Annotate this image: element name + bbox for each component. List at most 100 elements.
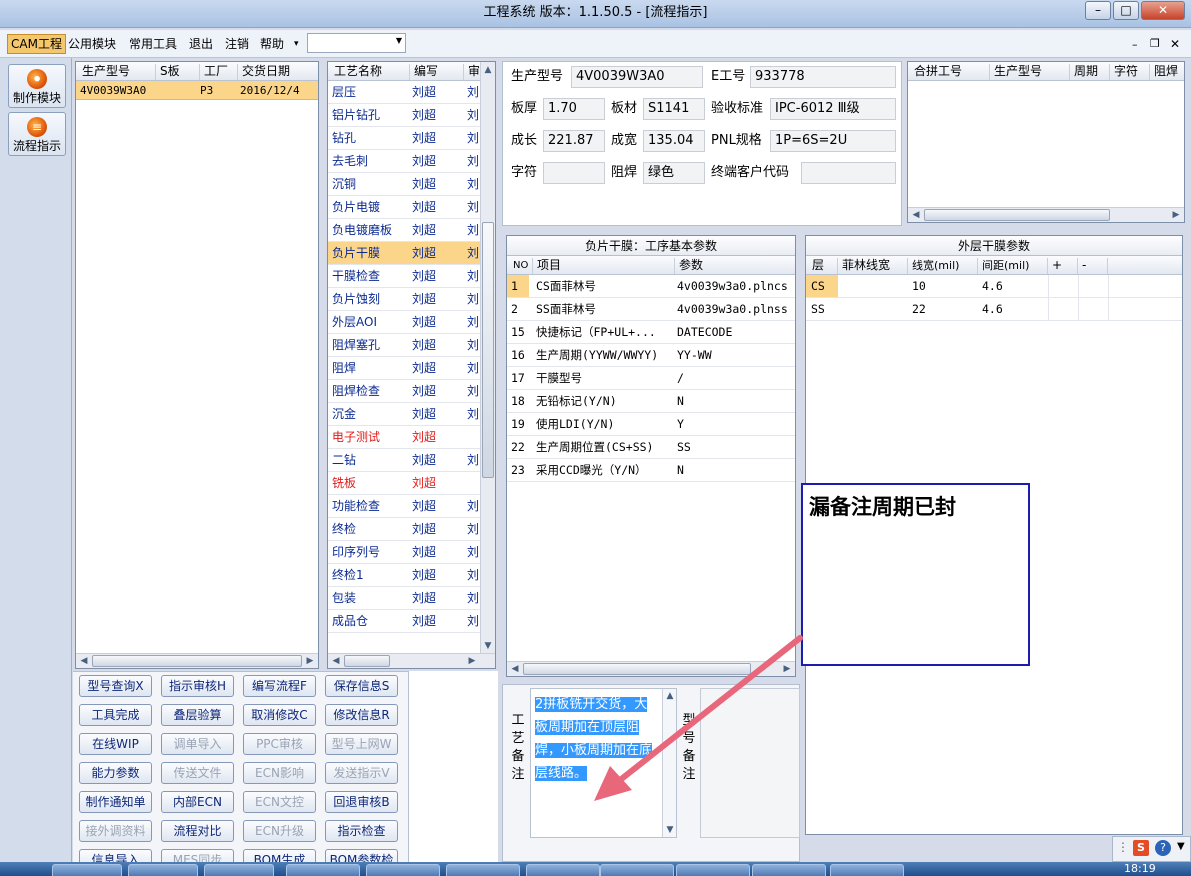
param-row[interactable]: 16 生产周期(YYWW/WWYY) YY-WW xyxy=(507,344,795,367)
process-row[interactable]: 外层AOI 刘超 刘 xyxy=(328,311,480,334)
taskbar-button[interactable] xyxy=(600,864,674,876)
help-icon[interactable]: ? xyxy=(1155,840,1171,856)
param-row[interactable]: 18 无铅标记(Y/N) N xyxy=(507,390,795,413)
col-line-width[interactable]: 线宽(mil) xyxy=(908,258,978,274)
scroll-down-icon[interactable]: ▼ xyxy=(664,825,676,835)
taskbar-button[interactable] xyxy=(52,864,122,876)
col-model[interactable]: 生产型号 xyxy=(78,64,156,80)
char-field[interactable] xyxy=(543,162,605,184)
mdi-minimize-button[interactable]: – xyxy=(1132,38,1138,51)
col-item[interactable]: 项目 xyxy=(533,258,675,274)
process-row[interactable]: 层压 刘超 刘 xyxy=(328,81,480,104)
param-row[interactable]: 1 CS面菲林号 4v0039w3a0.plncs xyxy=(507,275,795,298)
scroll-right-icon[interactable]: ▶ xyxy=(1170,210,1182,220)
action-button[interactable]: 型号查询X xyxy=(79,675,152,697)
taskbar-button[interactable] xyxy=(204,864,274,876)
action-button[interactable]: 接外调资料 xyxy=(79,820,152,842)
col-spacing[interactable]: 间距(mil) xyxy=(978,258,1048,274)
length-field[interactable]: 221.87 xyxy=(543,130,605,152)
merge-hscrollbar[interactable]: ◀ ▶ xyxy=(908,207,1184,222)
action-button[interactable]: 信息导入 xyxy=(79,849,152,862)
process-hscrollbar[interactable]: ◀ ▶ xyxy=(328,653,495,668)
outer-row[interactable]: CS 10 4.6 xyxy=(806,275,1182,298)
e-number-field[interactable]: 933778 xyxy=(750,66,896,88)
action-button[interactable]: 型号上网W xyxy=(325,733,398,755)
outer-row[interactable]: SS 22 4.6 xyxy=(806,298,1182,321)
minimize-button[interactable]: – xyxy=(1085,1,1111,20)
taskbar-button[interactable] xyxy=(830,864,904,876)
process-row[interactable]: 成品仓 刘超 刘 xyxy=(328,610,480,633)
action-button[interactable]: ECN文控 xyxy=(243,791,316,813)
col-model[interactable]: 生产型号 xyxy=(990,64,1070,80)
scroll-left-icon[interactable]: ◀ xyxy=(509,664,521,674)
param-row[interactable]: 17 干膜型号 / xyxy=(507,367,795,390)
action-button[interactable]: 制作通知单 xyxy=(79,791,152,813)
menu-cam[interactable]: CAM工程 xyxy=(7,34,66,54)
customer-field[interactable] xyxy=(801,162,896,184)
mdi-close-button[interactable]: ✕ xyxy=(1170,37,1180,51)
menu-public[interactable]: 公用模块 xyxy=(65,35,119,54)
menu-tools[interactable]: 常用工具 xyxy=(126,35,180,54)
action-button[interactable]: 保存信息S xyxy=(325,675,398,697)
taskbar-button[interactable] xyxy=(446,864,520,876)
scroll-up-icon[interactable]: ▲ xyxy=(482,65,494,75)
taskbar-button[interactable] xyxy=(676,864,750,876)
scroll-thumb[interactable] xyxy=(344,655,390,667)
action-button[interactable]: BOM参数检查 xyxy=(325,849,398,862)
process-row[interactable]: 电子测试 刘超 xyxy=(328,426,480,449)
menu-exit[interactable]: 退出 xyxy=(186,35,216,54)
action-button[interactable]: ECN升级 xyxy=(243,820,316,842)
process-row[interactable]: 沉铜 刘超 刘 xyxy=(328,173,480,196)
thickness-field[interactable]: 1.70 xyxy=(543,98,605,120)
action-button[interactable]: ECN影响 xyxy=(243,762,316,784)
taskbar-button[interactable] xyxy=(128,864,198,876)
action-button[interactable]: 在线WIP xyxy=(79,733,152,755)
process-row[interactable]: 钻孔 刘超 刘 xyxy=(328,127,480,150)
col-merge-no[interactable]: 合拼工号 xyxy=(910,64,990,80)
col-no[interactable]: NO xyxy=(509,258,533,274)
menu-help[interactable]: 帮助 xyxy=(257,35,287,54)
col-date[interactable]: 交货日期 xyxy=(238,64,318,80)
scroll-thumb[interactable] xyxy=(924,209,1110,221)
col-layer[interactable]: 层 xyxy=(808,258,838,274)
process-vscrollbar[interactable]: ▲ ▼ xyxy=(480,62,495,654)
param-row[interactable]: 19 使用LDI(Y/N) Y xyxy=(507,413,795,436)
menu-combo-box[interactable]: ▼ xyxy=(307,33,406,53)
col-process-name[interactable]: 工艺名称 xyxy=(330,64,410,80)
taskbar-button[interactable] xyxy=(752,864,826,876)
mask-field[interactable]: 绿色 xyxy=(643,162,705,184)
param-row[interactable]: 23 采用CCD曝光（Y/N） N xyxy=(507,459,795,482)
col-add-button[interactable]: + xyxy=(1048,258,1078,274)
process-row[interactable]: 二钻 刘超 刘 xyxy=(328,449,480,472)
action-button[interactable]: 取消修改C xyxy=(243,704,316,726)
process-row[interactable]: 印序列号 刘超 刘 xyxy=(328,541,480,564)
process-row[interactable]: 铝片钻孔 刘超 刘 xyxy=(328,104,480,127)
action-button[interactable]: 内部ECN xyxy=(161,791,234,813)
col-factory[interactable]: 工厂 xyxy=(200,64,238,80)
model-field[interactable]: 4V0039W3A0 xyxy=(571,66,703,88)
taskbar-button[interactable] xyxy=(526,864,600,876)
maximize-button[interactable]: □ xyxy=(1113,1,1139,20)
process-row[interactable]: 包装 刘超 刘 xyxy=(328,587,480,610)
scroll-left-icon[interactable]: ◀ xyxy=(330,656,342,666)
process-row[interactable]: 阻焊检查 刘超 刘 xyxy=(328,380,480,403)
col-remove-button[interactable]: - xyxy=(1078,258,1108,274)
action-button[interactable]: 传送文件 xyxy=(161,762,234,784)
param-row[interactable]: 2 SS面菲林号 4v0039w3a0.plnss xyxy=(507,298,795,321)
mdi-restore-button[interactable]: ❐ xyxy=(1150,37,1160,50)
action-button[interactable]: 调单导入 xyxy=(161,733,234,755)
scroll-down-icon[interactable]: ▼ xyxy=(482,641,494,651)
action-button[interactable]: 编写流程F xyxy=(243,675,316,697)
taskbar-button[interactable] xyxy=(366,864,440,876)
process-row[interactable]: 去毛刺 刘超 刘 xyxy=(328,150,480,173)
orders-hscrollbar[interactable]: ◀ ▶ xyxy=(76,653,318,668)
action-button[interactable]: 回退审核B xyxy=(325,791,398,813)
action-button[interactable]: 流程对比 xyxy=(161,820,234,842)
standard-field[interactable]: IPC-6012 Ⅲ级 xyxy=(770,98,896,120)
process-row[interactable]: 铣板 刘超 xyxy=(328,472,480,495)
param-row[interactable]: 15 快捷标记（FP+UL+... DATECODE xyxy=(507,321,795,344)
action-button[interactable]: PPC审核 xyxy=(243,733,316,755)
action-button[interactable]: 能力参数 xyxy=(79,762,152,784)
action-button[interactable]: 指示检查 xyxy=(325,820,398,842)
width-field[interactable]: 135.04 xyxy=(643,130,705,152)
